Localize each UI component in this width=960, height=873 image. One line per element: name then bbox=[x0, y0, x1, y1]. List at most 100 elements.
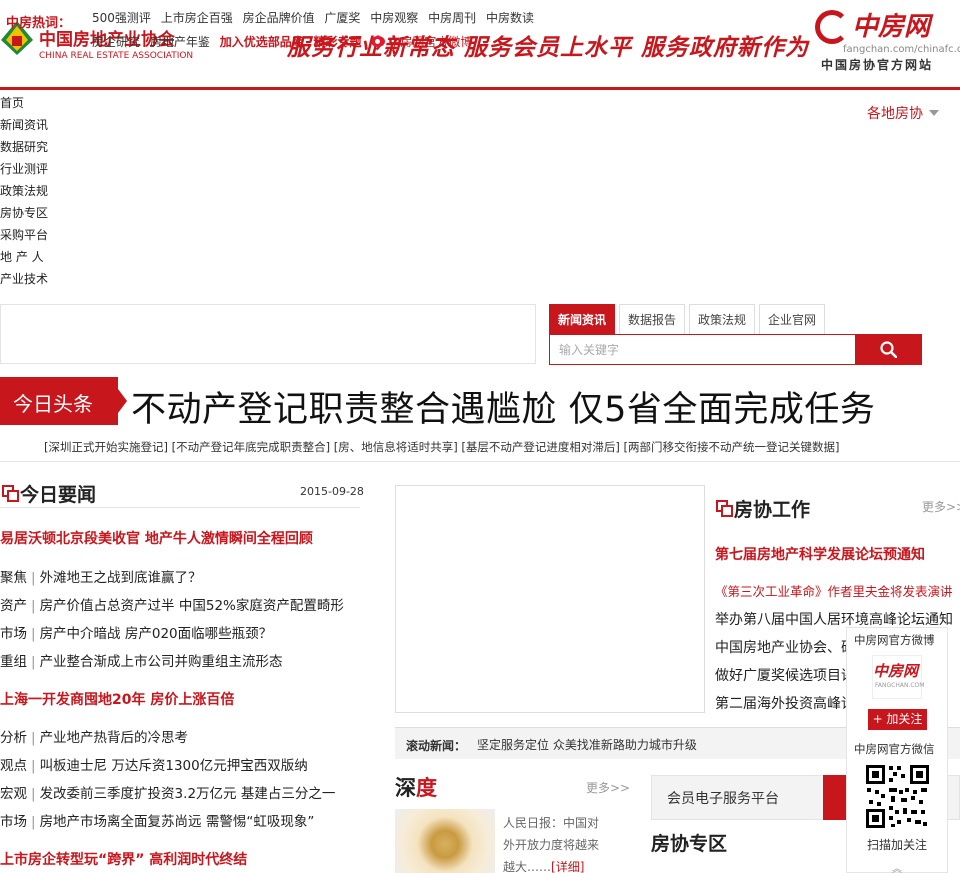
news-item: 重组 | 产业整合渐成上市公司并购重组主流形态 bbox=[0, 654, 283, 670]
work-more-link[interactable]: 更多>> bbox=[922, 498, 960, 515]
section-icon bbox=[716, 500, 733, 517]
detail-link[interactable]: [详细] bbox=[551, 860, 584, 873]
section-icon bbox=[2, 485, 19, 502]
nav-item-policy[interactable]: 政策法规 bbox=[0, 180, 48, 202]
work-item-link[interactable]: 中国房地产业协会、研 bbox=[715, 637, 855, 657]
work-item-link[interactable]: 举办第八届中国人居环境高峰论坛通知 bbox=[715, 609, 953, 629]
scroll-up-icon[interactable]: ︽ bbox=[892, 860, 902, 873]
news-category[interactable]: 分析 bbox=[0, 730, 27, 746]
search-icon bbox=[880, 341, 897, 358]
featured-image-slot[interactable] bbox=[395, 485, 705, 713]
news-item: 资产 | 房产价值占总资产过半 中国52%家庭资产配置畸形 bbox=[0, 598, 344, 614]
headline-title[interactable]: 不动产登记职责整合遇尴尬 仅5省全面完成任务 bbox=[131, 381, 875, 432]
float-weibo-title: 中房网官方微博 bbox=[854, 633, 935, 647]
nav-item-tech[interactable]: 产业技术 bbox=[0, 268, 48, 290]
weibo-link[interactable]: 中房网官方微博 bbox=[388, 35, 472, 49]
news-link[interactable]: 产业地产热背后的冷思考 bbox=[40, 730, 189, 746]
tab-company-site[interactable]: 企业官网 bbox=[759, 304, 825, 335]
scrolling-news-label: 滚动新闻： bbox=[406, 739, 467, 753]
deep-more-link[interactable]: 更多>> bbox=[586, 779, 630, 796]
news-item: 市场 | 房产中介暗战 房产020面临哪些瓶颈？ bbox=[0, 626, 273, 642]
float-wechat-title: 中房网官方微信 bbox=[854, 742, 935, 756]
fangchan-brand-name[interactable]: 中房网 bbox=[852, 6, 930, 43]
news-link[interactable]: 外滩地王之战到底谁赢了？ bbox=[40, 570, 202, 586]
news-link[interactable]: 叫板迪士尼 万达斥资1300亿元押宝西双版纳 bbox=[40, 758, 308, 774]
scrolling-news-link[interactable]: 坚定服务定位 众美找准新路助力城市升级 bbox=[477, 736, 697, 753]
news-category[interactable]: 资产 bbox=[0, 598, 27, 614]
news-link[interactable]: 房地产市场离全面复苏尚远 需警惕“虹吸现象” bbox=[40, 814, 315, 830]
chevron-down-icon[interactable] bbox=[929, 110, 939, 116]
header-divider bbox=[0, 87, 960, 90]
news-category[interactable]: 市场 bbox=[0, 814, 27, 830]
top-news-link[interactable]: 易居沃顿北京段美收官 地产牛人激情瞬间全程回顾 bbox=[0, 528, 313, 548]
section-divider bbox=[0, 461, 960, 462]
member-platform-label[interactable]: 会员电子服务平台 bbox=[667, 788, 779, 808]
hot-link[interactable]: 房企研究 bbox=[92, 35, 140, 49]
main-nav: 首页 新闻资讯 数据研究 行业测评 政策法规 房协专区 采购平台 地 产 人 产… bbox=[0, 92, 48, 290]
news-category[interactable]: 宏观 bbox=[0, 786, 27, 802]
tab-news[interactable]: 新闻资讯 bbox=[549, 304, 615, 335]
work-item-link[interactable]: 第二届海外投资高峰论 bbox=[715, 693, 855, 713]
news-item: 聚焦 | 外滩地王之战到底谁赢了？ bbox=[0, 570, 202, 586]
nav-item-data[interactable]: 数据研究 bbox=[0, 136, 48, 158]
fangchan-logo-icon bbox=[815, 10, 849, 44]
top-news-link[interactable]: 上市房企转型玩“跨界” 高利润时代终结 bbox=[0, 849, 247, 869]
news-item: 分析 | 产业地产热背后的冷思考 bbox=[0, 730, 189, 746]
nav-item-people[interactable]: 地 产 人 bbox=[0, 246, 48, 268]
deep-section-title: 深度 bbox=[395, 776, 437, 800]
nav-item-procurement[interactable]: 采购平台 bbox=[0, 224, 48, 246]
search-button[interactable] bbox=[855, 334, 921, 365]
work-item-link[interactable]: 做好广厦奖候选项目评 bbox=[715, 665, 855, 685]
hot-words-row-1: 500强测评 上市房企百强 房企品牌价值 广厦奖 中房观察 中房周刊 中房数读 bbox=[92, 9, 540, 26]
news-category[interactable]: 聚焦 bbox=[0, 570, 27, 586]
news-link[interactable]: 发改委前三季度扩投资3.2万亿元 基建占三分之一 bbox=[40, 786, 336, 802]
nav-item-news[interactable]: 新闻资讯 bbox=[0, 114, 48, 136]
news-category[interactable]: 市场 bbox=[0, 626, 27, 642]
section-divider bbox=[0, 507, 360, 508]
nav-item-rating[interactable]: 行业测评 bbox=[0, 158, 48, 180]
search-input[interactable] bbox=[550, 335, 856, 364]
hot-link[interactable]: 广厦奖 bbox=[324, 11, 360, 25]
scan-follow-label: 扫描加关注 bbox=[867, 838, 928, 852]
news-link[interactable]: 房产价值占总资产过半 中国52%家庭资产配置畸形 bbox=[40, 598, 344, 614]
news-link[interactable]: 产业整合渐成上市公司并购重组主流形态 bbox=[40, 654, 283, 670]
hot-link-featured[interactable]: 加入优选部品库 bbox=[220, 35, 304, 49]
wechat-qr-code-icon bbox=[865, 764, 930, 829]
fangchan-brand-url: fangchan.com/chinafc.org bbox=[843, 44, 960, 55]
hot-link[interactable]: 上市房企百强 bbox=[161, 11, 233, 25]
headline-sublinks[interactable]: [深圳正式开始实施登记] [不动产登记年底完成职责整合] [房、地信息将适时共享… bbox=[44, 439, 839, 455]
deep-article-image[interactable] bbox=[395, 809, 495, 873]
hot-link-featured[interactable]: 精彩专题 bbox=[314, 35, 362, 49]
tab-policy[interactable]: 政策法规 bbox=[689, 304, 755, 335]
hot-link[interactable]: 中房观察 bbox=[370, 11, 418, 25]
hot-link[interactable]: 500强测评 bbox=[92, 11, 151, 25]
nav-item-home[interactable]: 首页 bbox=[0, 92, 48, 114]
nav-item-association[interactable]: 房协专区 bbox=[0, 202, 48, 224]
hot-words-label: 中房热词： bbox=[6, 16, 72, 31]
weibo-icon[interactable] bbox=[371, 36, 386, 47]
hot-words-box bbox=[0, 304, 536, 364]
search-bar bbox=[549, 334, 922, 365]
float-logo-subtext: FANGCHAN.COM bbox=[875, 682, 925, 689]
hot-link[interactable]: 房地产年鉴 bbox=[150, 35, 210, 49]
work-lead-link[interactable]: 第七届房地产科学发展论坛预通知 bbox=[715, 544, 925, 564]
top-news-link[interactable]: 上海一开发商囤地20年 房价上涨百倍 bbox=[0, 689, 234, 709]
association-name-en: CHINA REAL ESTATE ASSOCIATION bbox=[39, 51, 194, 61]
headline-badge-arrow bbox=[118, 389, 127, 413]
hot-words-row-2: 房企研究 房地产年鉴 加入优选部品库 精彩专题 中房网官方微博 bbox=[92, 33, 472, 50]
deep-article-summary[interactable]: 人民日报：中国对外开放力度将越来越大……[详细] bbox=[503, 812, 603, 873]
region-dropdown[interactable]: 各地房协 bbox=[867, 103, 923, 123]
work-lead-sub-link[interactable]: 《第三次工业革命》作者里夫金将发表演讲 bbox=[715, 581, 953, 600]
float-logo-text: 中房网 bbox=[873, 662, 919, 680]
follow-button[interactable]: + 加关注 bbox=[868, 709, 927, 730]
headline-badge-label: 今日头条 bbox=[13, 392, 93, 416]
hot-link[interactable]: 中房周刊 bbox=[428, 11, 476, 25]
today-news-title: 今日要闻 bbox=[20, 484, 97, 506]
news-link[interactable]: 房产中介暗战 房产020面临哪些瓶颈？ bbox=[40, 626, 273, 642]
fangchan-brand-tagline: 中国房协官方网站 bbox=[821, 58, 934, 72]
news-category[interactable]: 重组 bbox=[0, 654, 27, 670]
news-category[interactable]: 观点 bbox=[0, 758, 27, 774]
tab-data-report[interactable]: 数据报告 bbox=[619, 304, 685, 335]
hot-link[interactable]: 中房数读 bbox=[486, 11, 534, 25]
hot-link[interactable]: 房企品牌价值 bbox=[243, 11, 315, 25]
